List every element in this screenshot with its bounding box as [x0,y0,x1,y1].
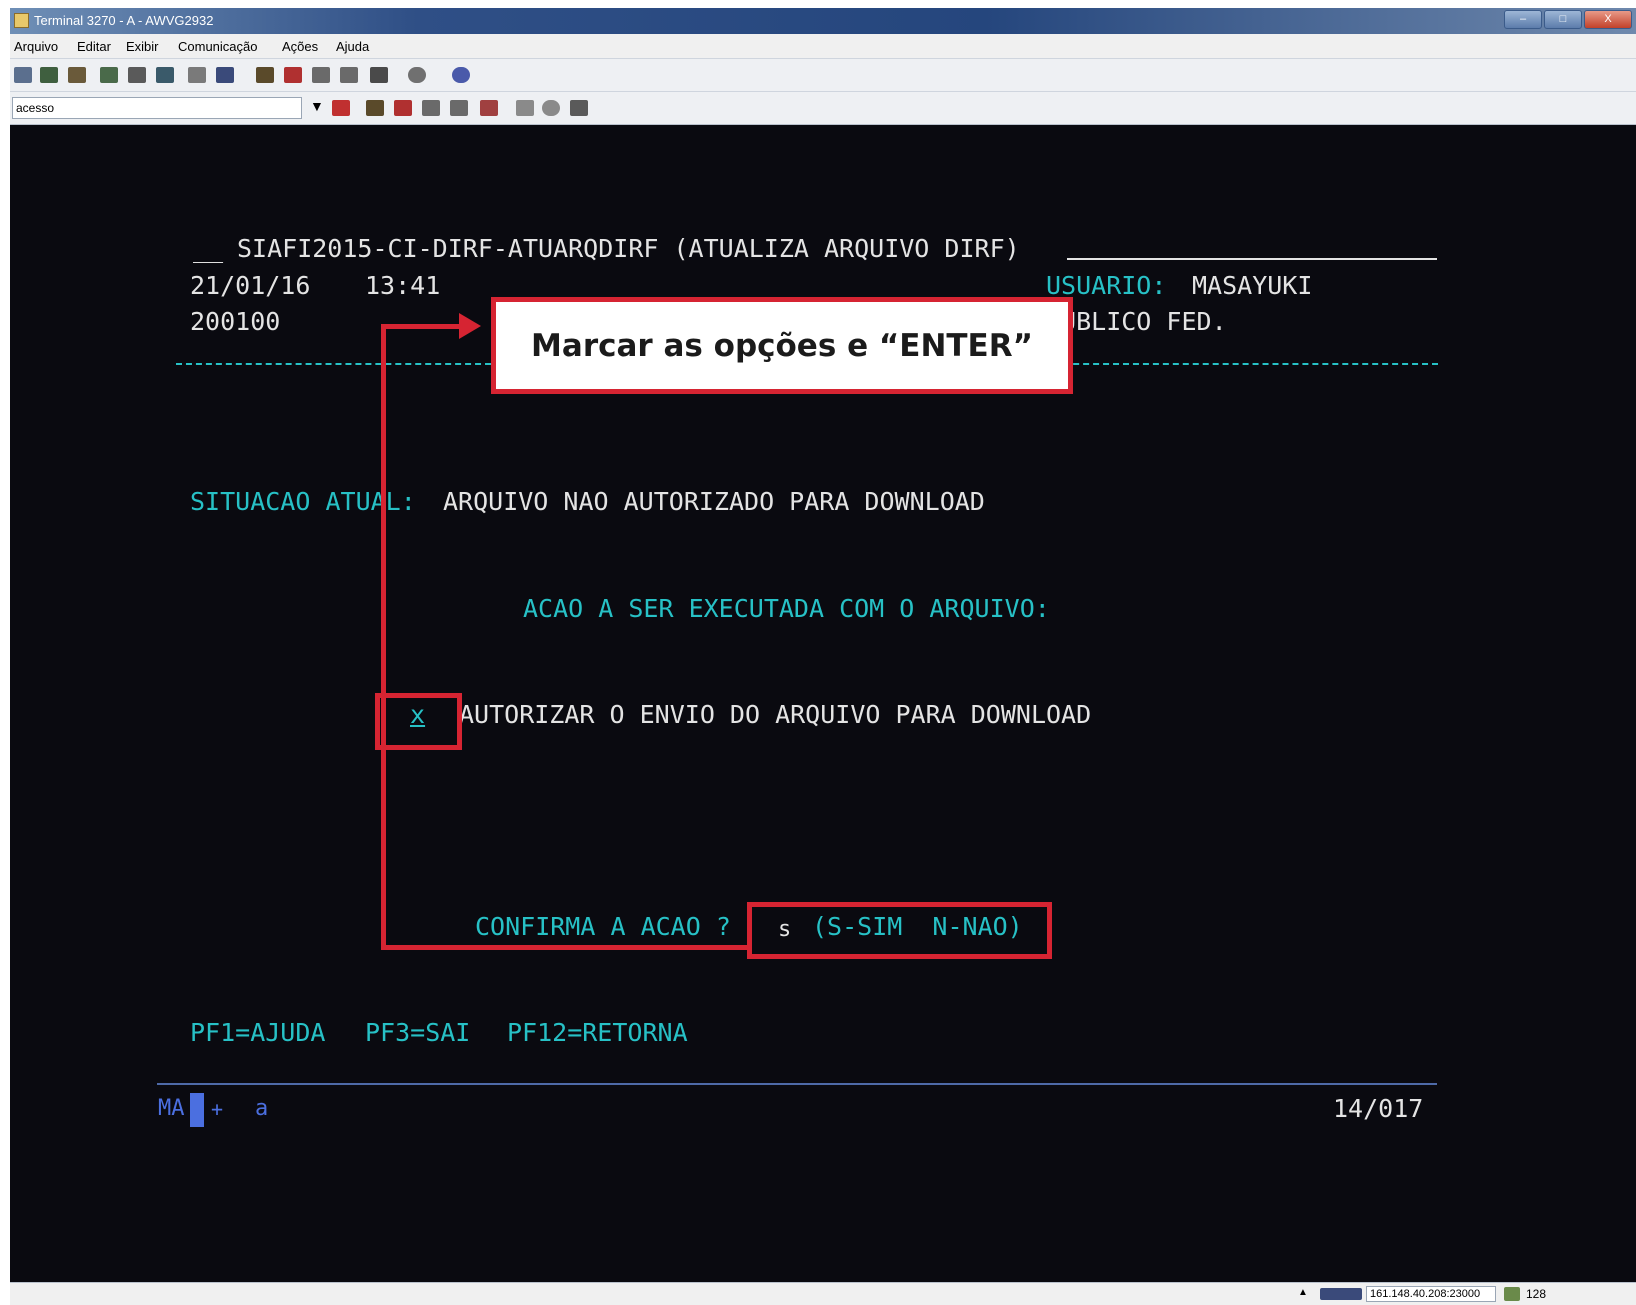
host-address: 161.148.40.208:23000 [1366,1286,1496,1302]
annotation-line-bottom [381,945,751,950]
pf12-key[interactable]: PF12=RETORNA [507,1018,688,1048]
session-count: 128 [1526,1287,1547,1301]
menu-editar[interactable]: Editar [77,39,111,54]
paste-icon[interactable] [128,67,146,83]
copy-icon[interactable] [100,67,118,83]
confirm-highlight [747,902,1052,959]
menu-bar: Arquivo Editar Exibir Comunicação Ações … [10,34,1636,59]
menu-ajuda[interactable]: Ajuda [336,39,369,54]
annotation-callout: Marcar as opções e “ENTER” [491,297,1073,394]
annotation-line-vertical [381,324,386,950]
screen-time: 13:41 [365,271,441,300]
main-toolbar [10,59,1636,92]
keypad-icon[interactable] [188,67,206,83]
status-bar: ▲ 161.148.40.208:23000 128 [10,1282,1636,1305]
confirm-label: CONFIRMA A ACAO ? [475,912,731,941]
macro-record-icon[interactable] [284,67,302,83]
close-button[interactable]: X [1584,10,1632,29]
menu-exibir[interactable]: Exibir [126,39,159,54]
delete-macro-icon[interactable] [332,100,350,116]
maximize-button[interactable]: □ [1544,10,1582,29]
unit-code: 200100 [190,307,281,336]
annotation-arrow-icon [459,313,481,339]
screen-header: SIAFI2015-CI-DIRF-ATUARQDIRF (ATUALIZA A… [237,234,1020,263]
display-icon[interactable] [216,67,234,83]
cursor-position: 14/017 [1333,1094,1424,1123]
chevron-down-icon[interactable]: ▼ [310,98,324,114]
menu-arquivo[interactable]: Arquivo [14,39,58,54]
oia-mode: MA [158,1096,185,1121]
header-underline [1067,258,1437,260]
stop-macro-icon[interactable] [422,100,440,116]
macro-stop-icon[interactable] [312,67,330,83]
minimize-button[interactable]: – [1504,10,1542,29]
usuario-value: MASAYUKI [1192,271,1313,300]
terminal-window: Terminal 3270 - A - AWVG2932 – □ X Arqui… [10,8,1636,1305]
checkbox-highlight [375,693,462,750]
cursor-block [190,1093,204,1127]
connect-icon[interactable] [370,67,388,83]
macro-pause-icon[interactable] [340,67,358,83]
edit-macro-icon[interactable] [480,100,498,116]
keyboard-icon[interactable] [516,100,534,116]
help-icon[interactable] [452,67,470,83]
situacao-value: ARQUIVO NAO AUTORIZADO PARA DOWNLOAD [443,487,985,516]
macro-library-icon[interactable] [570,100,588,116]
acao-title: ACAO A SER EXECUTADA COM O ARQUIVO: [523,594,1050,623]
settings-icon[interactable] [408,67,426,83]
macro-play-icon[interactable] [256,67,274,83]
header-prefix: __ [193,234,224,263]
play-macro-icon[interactable] [366,100,384,116]
macro-toolbar: acesso ▼ [10,92,1636,125]
option-label: AUTORIZAR O ENVIO DO ARQUIVO PARA DOWNLO… [459,700,1092,729]
pf1-key[interactable]: PF1=AJUDA [190,1018,325,1048]
record-macro-icon[interactable] [394,100,412,116]
pf3-key[interactable]: PF3=SAI [365,1018,470,1048]
pause-macro-icon[interactable] [450,100,468,116]
annotation-line-top [381,324,463,329]
macro-name-field[interactable]: acesso [12,97,302,119]
menu-acoes[interactable]: Ações [282,39,318,54]
menu-comunicacao[interactable]: Comunicação [178,39,258,54]
title-bar: Terminal 3270 - A - AWVG2932 – □ X [10,8,1636,34]
screen-date: 21/01/16 [190,271,311,300]
oia-plus: + [211,1097,224,1121]
oia-separator [157,1083,1437,1085]
print-icon[interactable] [68,67,86,83]
new-session-icon[interactable] [14,67,32,83]
window-title: Terminal 3270 - A - AWVG2932 [34,13,214,28]
organization: PUBLICO FED. [1046,307,1227,336]
connection-icon [1320,1288,1362,1300]
terminal-app-icon [14,13,29,28]
oia-field: a [255,1096,269,1121]
printer-status-icon [1504,1287,1520,1301]
open-session-icon[interactable] [40,67,58,83]
scroll-up-icon[interactable]: ▲ [1298,1287,1308,1298]
record-indicator-icon[interactable] [542,100,560,116]
send-file-icon[interactable] [156,67,174,83]
